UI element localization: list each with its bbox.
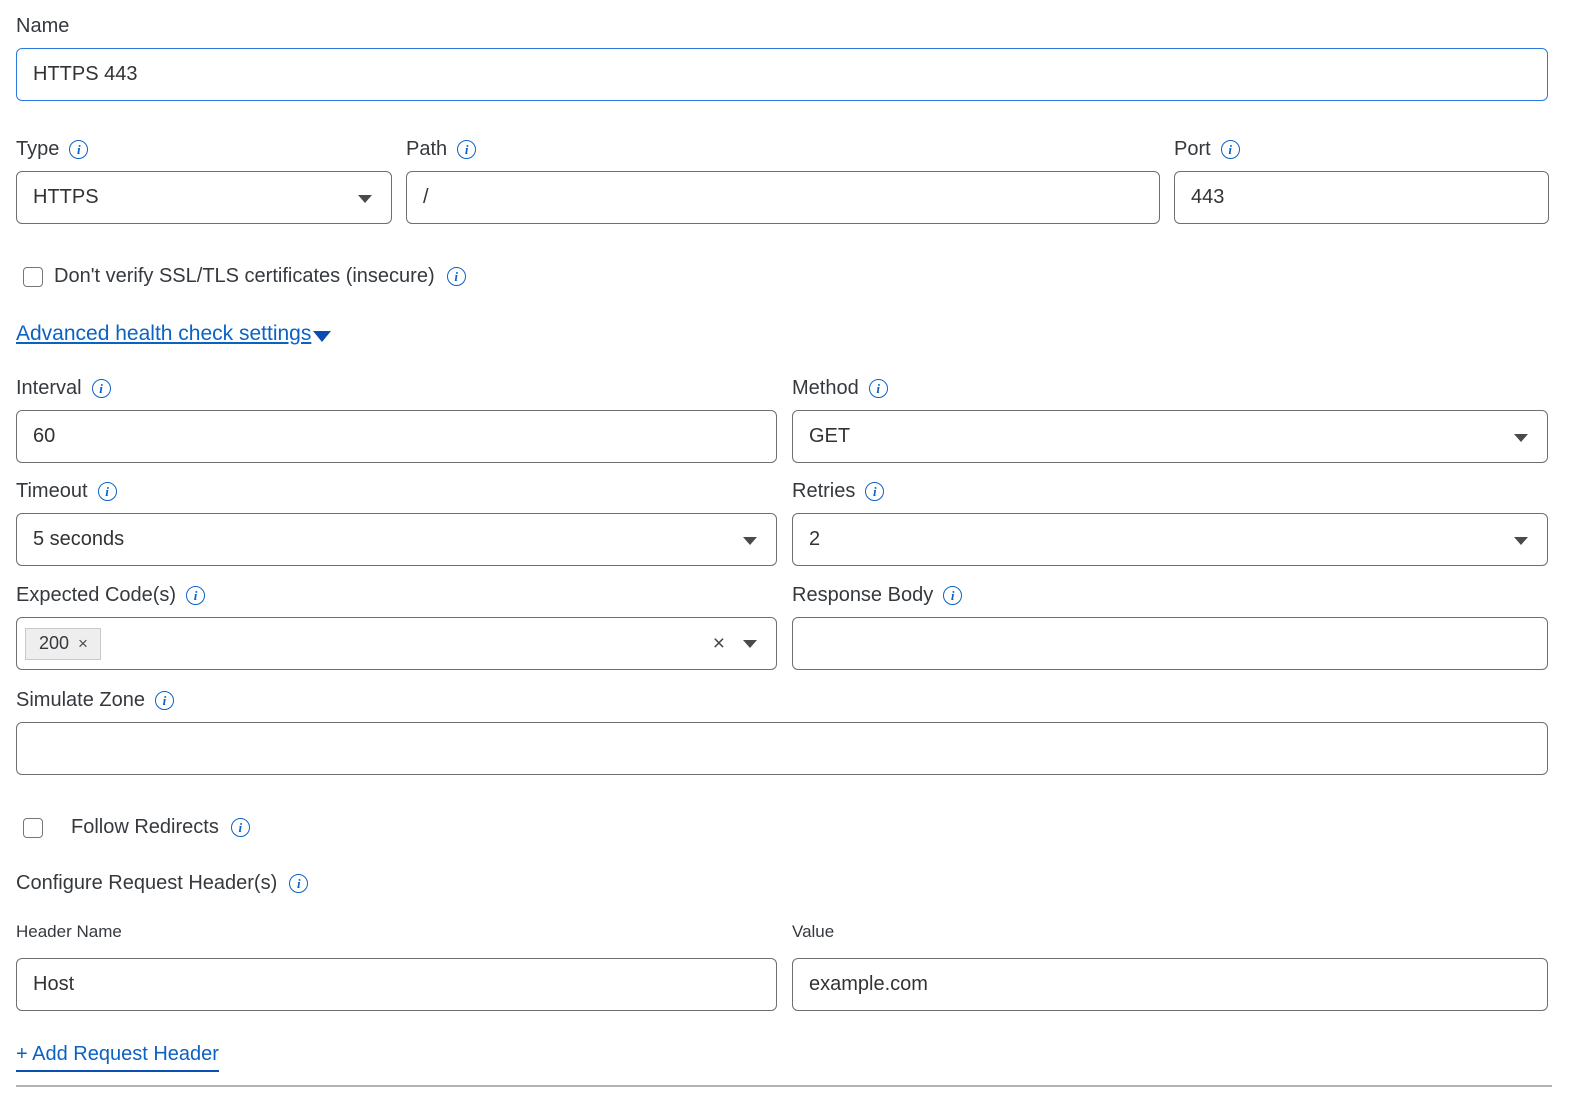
request-headers-title-text: Configure Request Header(s) [16, 871, 277, 895]
follow-redirects-label: Follow Redirects [71, 816, 219, 839]
header-name-label: Header Name [16, 921, 777, 942]
method-label-text: Method [792, 376, 859, 400]
request-header-row: Header Name Value [16, 921, 1548, 1011]
advanced-settings-link[interactable]: Advanced health check settings [16, 322, 311, 346]
expected-codes-label: Expected Code(s) i [16, 583, 777, 607]
simulate-zone-label-text: Simulate Zone [16, 688, 145, 712]
expected-code-tag: 200 × [25, 628, 101, 660]
timeout-label-text: Timeout [16, 479, 88, 503]
type-path-port-row: Type i HTTPS Path i Port i [16, 137, 1548, 224]
path-label: Path i [406, 137, 1160, 161]
path-field: Path i [406, 137, 1160, 224]
type-select-value: HTTPS [33, 186, 99, 209]
verify-ssl-checkbox[interactable] [23, 267, 43, 287]
simulate-zone-label: Simulate Zone i [16, 688, 1548, 712]
expected-codes-multiselect[interactable]: 200 × × [16, 617, 777, 670]
tag-remove-icon[interactable]: × [78, 635, 88, 652]
chevron-down-icon [743, 537, 757, 545]
type-label-text: Type [16, 137, 59, 161]
retries-label-text: Retries [792, 479, 855, 503]
simulate-zone-input[interactable] [16, 722, 1548, 775]
interval-label-text: Interval [16, 376, 82, 400]
expected-codes-label-text: Expected Code(s) [16, 583, 176, 607]
retries-field: Retries i 2 [792, 479, 1548, 566]
response-body-label: Response Body i [792, 583, 1548, 607]
method-select-value: GET [809, 425, 850, 448]
timeout-retries-row: Timeout i 5 seconds Retries i 2 [16, 479, 1548, 566]
expected-codes-field: Expected Code(s) i 200 × × [16, 583, 777, 670]
header-name-field: Header Name [16, 921, 777, 1011]
type-label: Type i [16, 137, 392, 161]
timeout-select[interactable]: 5 seconds [16, 513, 777, 566]
verify-ssl-label: Don't verify SSL/TLS certificates (insec… [54, 265, 435, 288]
chevron-down-icon [358, 195, 372, 203]
chevron-down-icon[interactable] [743, 640, 757, 648]
retries-select[interactable]: 2 [792, 513, 1548, 566]
health-check-form: Name Type i HTTPS Path i Port i [16, 14, 1548, 1087]
interval-field: Interval i [16, 376, 777, 463]
codes-body-row: Expected Code(s) i 200 × × Response Body… [16, 583, 1548, 670]
multiselect-controls: × [713, 618, 757, 669]
info-icon[interactable]: i [869, 379, 888, 398]
info-icon[interactable]: i [155, 691, 174, 710]
interval-input[interactable] [16, 410, 777, 463]
timeout-field: Timeout i 5 seconds [16, 479, 777, 566]
info-icon[interactable]: i [457, 140, 476, 159]
port-label: Port i [1174, 137, 1549, 161]
name-label-text: Name [16, 14, 69, 38]
retries-select-value: 2 [809, 528, 820, 551]
type-field: Type i HTTPS [16, 137, 392, 224]
header-value-input[interactable] [792, 958, 1548, 1011]
info-icon[interactable]: i [186, 586, 205, 605]
name-label: Name [16, 14, 1548, 38]
interval-method-row: Interval i Method i GET [16, 376, 1548, 463]
header-value-label: Value [792, 921, 1548, 942]
info-icon[interactable]: i [1221, 140, 1240, 159]
add-request-header-row: + Add Request Header [16, 1043, 1548, 1072]
request-headers-section-title: Configure Request Header(s) i [16, 871, 1548, 895]
interval-label: Interval i [16, 376, 777, 400]
path-input[interactable] [406, 171, 1160, 224]
timeout-label: Timeout i [16, 479, 777, 503]
follow-redirects-checkbox[interactable] [23, 818, 43, 838]
method-label: Method i [792, 376, 1548, 400]
info-icon[interactable]: i [92, 379, 111, 398]
timeout-select-value: 5 seconds [33, 528, 124, 551]
path-label-text: Path [406, 137, 447, 161]
type-select[interactable]: HTTPS [16, 171, 392, 224]
divider [16, 1085, 1552, 1087]
info-icon[interactable]: i [69, 140, 88, 159]
chevron-down-icon [313, 331, 331, 342]
clear-icon[interactable]: × [713, 633, 725, 654]
chevron-down-icon [1514, 434, 1528, 442]
verify-ssl-row: Don't verify SSL/TLS certificates (insec… [16, 265, 1548, 288]
info-icon[interactable]: i [98, 482, 117, 501]
add-request-header-link[interactable]: + Add Request Header [16, 1043, 219, 1072]
chevron-down-icon [1514, 537, 1528, 545]
header-name-input[interactable] [16, 958, 777, 1011]
port-field: Port i [1174, 137, 1549, 224]
port-input[interactable] [1174, 171, 1549, 224]
header-value-field: Value [792, 921, 1548, 1011]
method-select[interactable]: GET [792, 410, 1548, 463]
simulate-zone-field: Simulate Zone i [16, 688, 1548, 775]
retries-label: Retries i [792, 479, 1548, 503]
info-icon[interactable]: i [231, 818, 250, 837]
advanced-settings-row: Advanced health check settings [16, 322, 1548, 346]
info-icon[interactable]: i [289, 874, 308, 893]
name-input[interactable] [16, 48, 1548, 101]
follow-redirects-row: Follow Redirects i [16, 816, 1548, 839]
response-body-input[interactable] [792, 617, 1548, 670]
info-icon[interactable]: i [447, 267, 466, 286]
expected-code-tag-value: 200 [39, 633, 69, 654]
response-body-label-text: Response Body [792, 583, 933, 607]
info-icon[interactable]: i [943, 586, 962, 605]
method-field: Method i GET [792, 376, 1548, 463]
response-body-field: Response Body i [792, 583, 1548, 670]
info-icon[interactable]: i [865, 482, 884, 501]
port-label-text: Port [1174, 137, 1211, 161]
